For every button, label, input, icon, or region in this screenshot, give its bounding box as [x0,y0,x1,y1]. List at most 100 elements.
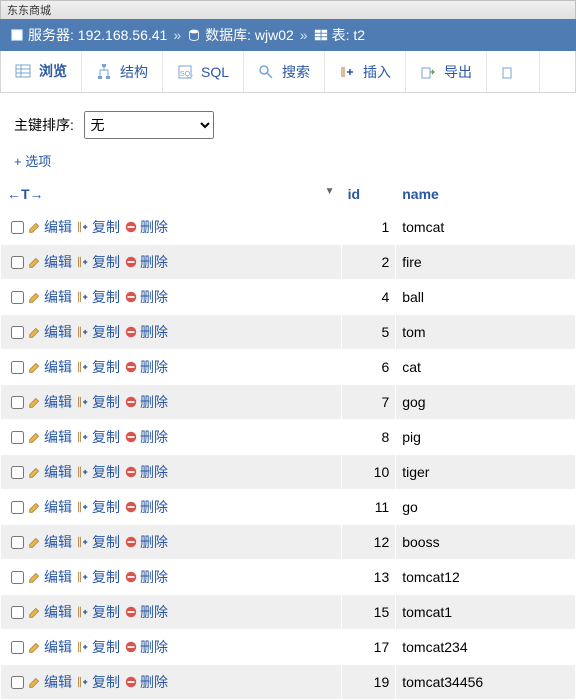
copy-button[interactable]: 复制 [76,217,120,237]
row-checkbox[interactable] [11,676,24,689]
options-toggle[interactable]: + 选项 [14,154,51,169]
row-checkbox[interactable] [11,256,24,269]
row-checkbox[interactable] [11,571,24,584]
cell-name: tomcat [396,210,576,245]
copy-button[interactable]: 复制 [76,637,120,657]
copy-icon [76,290,90,304]
copy-button[interactable]: 复制 [76,602,120,622]
edit-button[interactable]: 编辑 [28,392,72,412]
row-checkbox[interactable] [11,641,24,654]
delete-button[interactable]: 删除 [124,322,168,342]
copy-button[interactable]: 复制 [76,567,120,587]
pencil-icon [28,255,42,269]
row-checkbox[interactable] [11,536,24,549]
server-value[interactable]: 192.168.56.41 [78,27,168,43]
minus-circle-icon [124,570,138,584]
edit-button[interactable]: 编辑 [28,322,72,342]
pk-sort-select[interactable]: 无 [84,111,214,139]
row-checkbox[interactable] [11,466,24,479]
copy-icon [76,395,90,409]
table-row: 编辑复制删除6cat [1,350,576,385]
data-table: ←T→ ▼ id name 编辑复制删除1tomcat编辑复制删除2fire编辑… [0,178,576,700]
delete-button[interactable]: 删除 [124,217,168,237]
edit-button[interactable]: 编辑 [28,532,72,552]
edit-button[interactable]: 编辑 [28,637,72,657]
pencil-icon [28,325,42,339]
table-row: 编辑复制删除7gog [1,385,576,420]
breadcrumb: 服务器: 192.168.56.41 » 数据库: wjw02 » 表: t2 [0,19,576,51]
pencil-icon [28,675,42,689]
col-header-id[interactable]: id [341,179,396,210]
col-header-name[interactable]: name [396,179,576,210]
table-row: 编辑复制删除11go [1,490,576,525]
table-row: 编辑复制删除17tomcat234 [1,630,576,665]
copy-button[interactable]: 复制 [76,322,120,342]
copy-button[interactable]: 复制 [76,497,120,517]
pencil-icon [28,570,42,584]
delete-button[interactable]: 删除 [124,427,168,447]
row-checkbox[interactable] [11,291,24,304]
delete-button[interactable]: 删除 [124,567,168,587]
copy-button[interactable]: 复制 [76,462,120,482]
delete-button[interactable]: 删除 [124,287,168,307]
delete-button[interactable]: 删除 [124,602,168,622]
pencil-icon [28,535,42,549]
row-actions: 编辑复制删除 [1,420,342,455]
edit-button[interactable]: 编辑 [28,287,72,307]
copy-icon [76,220,90,234]
tab-browse[interactable]: 浏览 [1,51,82,92]
delete-button[interactable]: 删除 [124,637,168,657]
delete-button[interactable]: 删除 [124,392,168,412]
copy-button[interactable]: 复制 [76,672,120,692]
cell-id: 15 [341,595,396,630]
col-header-actions[interactable]: ←T→ ▼ [1,179,342,210]
tab-insert[interactable]: 插入 [325,51,406,92]
tab-label: 浏览 [39,61,67,81]
delete-button[interactable]: 删除 [124,672,168,692]
edit-button[interactable]: 编辑 [28,217,72,237]
delete-button[interactable]: 删除 [124,497,168,517]
copy-button[interactable]: 复制 [76,357,120,377]
edit-button[interactable]: 编辑 [28,602,72,622]
table-row: 编辑复制删除13tomcat12 [1,560,576,595]
edit-button[interactable]: 编辑 [28,252,72,272]
edit-button[interactable]: 编辑 [28,497,72,517]
cell-id: 12 [341,525,396,560]
database-value[interactable]: wjw02 [255,27,294,43]
tab-export[interactable]: 导出 [406,51,487,92]
structure-icon [96,64,112,80]
copy-button[interactable]: 复制 [76,392,120,412]
row-actions: 编辑复制删除 [1,315,342,350]
row-checkbox[interactable] [11,221,24,234]
edit-button[interactable]: 编辑 [28,672,72,692]
tab-sql[interactable]: SQL SQL [163,51,244,92]
tab-more[interactable] [487,51,540,92]
delete-button[interactable]: 删除 [124,357,168,377]
row-checkbox[interactable] [11,606,24,619]
tab-search[interactable]: 搜索 [244,51,325,92]
delete-button[interactable]: 删除 [124,462,168,482]
table-value[interactable]: t2 [353,27,365,43]
copy-icon [76,605,90,619]
copy-button[interactable]: 复制 [76,252,120,272]
edit-button[interactable]: 编辑 [28,427,72,447]
row-checkbox[interactable] [11,326,24,339]
edit-button[interactable]: 编辑 [28,357,72,377]
sort-arrow-icon[interactable]: ▼ [325,186,335,197]
delete-button[interactable]: 删除 [124,252,168,272]
table-row: 编辑复制删除10tiger [1,455,576,490]
pencil-icon [28,465,42,479]
edit-button[interactable]: 编辑 [28,462,72,482]
copy-button[interactable]: 复制 [76,287,120,307]
copy-button[interactable]: 复制 [76,532,120,552]
row-checkbox[interactable] [11,431,24,444]
row-actions: 编辑复制删除 [1,350,342,385]
edit-button[interactable]: 编辑 [28,567,72,587]
delete-button[interactable]: 删除 [124,532,168,552]
pk-sort-label: 主键排序: [14,117,74,133]
copy-button[interactable]: 复制 [76,427,120,447]
row-checkbox[interactable] [11,396,24,409]
row-checkbox[interactable] [11,361,24,374]
row-checkbox[interactable] [11,501,24,514]
tab-structure[interactable]: 结构 [82,51,163,92]
